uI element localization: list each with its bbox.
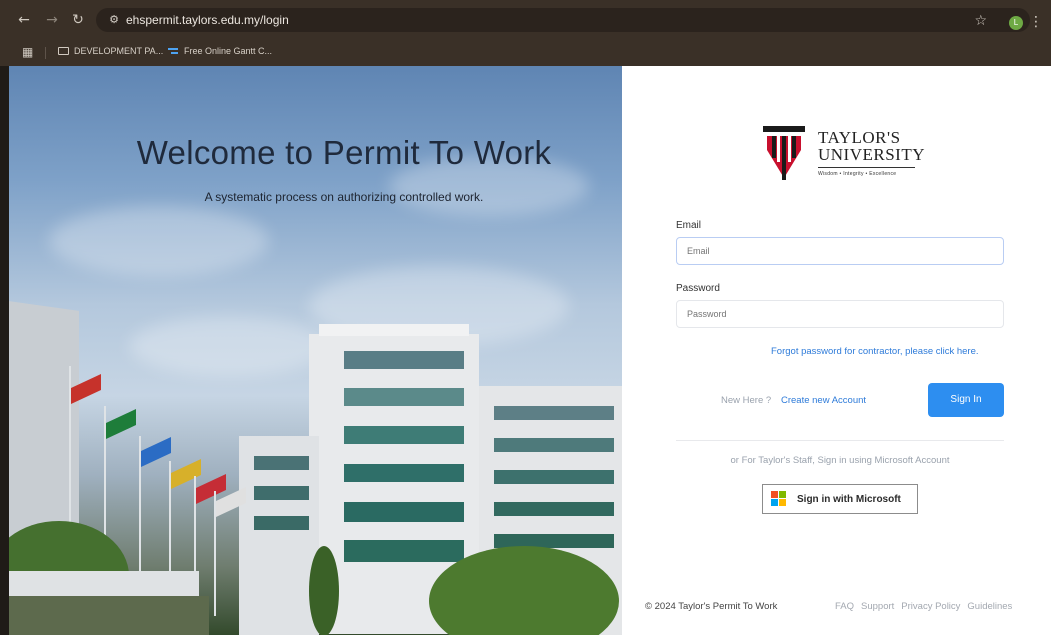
university-logo: TAYLOR'S UNIVERSITY Wisdom • Integrity •… [763,126,933,186]
bookmarks-bar: ▦ DEVELOPMENT PA... Free Online Gantt C.… [0,40,1051,66]
menu-kebab-icon[interactable]: ⋮ [1029,14,1043,30]
microsoft-logo-icon [771,491,787,507]
create-account-link[interactable]: Create new Account [781,395,866,406]
browser-toolbar: ← → ↻ ⚙ ehspermit.taylors.edu.my/login ☆… [0,4,1051,36]
password-field[interactable] [676,300,1004,328]
logo-text-line2: UNIVERSITY [818,145,925,164]
building-windows [254,456,309,470]
sign-in-button[interactable]: Sign In [928,383,1004,417]
tree [309,546,339,635]
footer-link-guidelines[interactable]: Guidelines [967,601,1012,612]
forgot-password-link[interactable]: Forgot password for contractor, please c… [771,346,979,357]
building-windows [344,351,464,369]
password-label: Password [676,283,720,294]
bookmark-label: DEVELOPMENT PA... [74,46,164,56]
building-windows [344,388,464,406]
apps-grid-icon[interactable]: ▦ [22,45,33,59]
email-label: Email [676,220,702,231]
building-windows [254,516,309,530]
flag [141,437,171,467]
building-windows [494,406,614,420]
footer-link-privacy[interactable]: Privacy Policy [901,601,960,612]
gantt-icon [168,47,179,55]
folder-icon [58,47,69,55]
hero-subtitle: A systematic process on authorizing cont… [204,190,484,204]
cloud [49,206,269,276]
forward-icon[interactable]: → [42,10,62,30]
microsoft-button-label: Sign in with Microsoft [797,493,901,505]
browser-chrome: ← → ↻ ⚙ ehspermit.taylors.edu.my/login ☆… [0,0,1051,66]
footer-link-faq[interactable]: FAQ [835,601,854,612]
bookmark-star-icon[interactable]: ☆ [974,13,987,29]
ground [9,596,209,635]
hero-title: Welcome to Permit To Work [136,134,552,171]
reload-icon[interactable]: ↻ [68,10,88,30]
bookmark-gantt[interactable]: Free Online Gantt C... [168,46,272,56]
login-panel: TAYLOR'S UNIVERSITY Wisdom • Integrity •… [622,66,1051,635]
profile-avatar[interactable]: L [1009,16,1023,30]
url-text[interactable]: ehspermit.taylors.edu.my/login [126,12,289,28]
email-field[interactable] [676,237,1004,265]
back-icon[interactable]: ← [14,10,34,30]
building-windows [494,470,614,484]
logo-tagline: Wisdom • Integrity • Excellence [818,171,897,177]
logo-divider [818,167,915,168]
bookmark-development[interactable]: DEVELOPMENT PA... [58,46,163,56]
building-windows [344,502,464,522]
building-windows [494,502,614,516]
new-here-text: New Here ? [721,395,772,406]
footer-link-support[interactable]: Support [861,601,894,612]
staff-note: or For Taylor's Staff, Sign in using Mic… [730,455,950,466]
building-roof [319,324,469,336]
building-windows [344,426,464,444]
copyright-text: © 2024 Taylor's Permit To Work [645,601,778,612]
footer-links: FAQ Support Privacy Policy Guidelines [835,601,1012,612]
crest-icon [763,126,805,180]
flag [171,459,201,489]
microsoft-sign-in-button[interactable]: Sign in with Microsoft [762,484,918,514]
flag [106,409,136,439]
section-divider [676,440,1004,441]
cloud [129,316,329,376]
bookmarks-divider [45,47,46,59]
bookmark-label: Free Online Gantt C... [184,46,273,56]
address-bar[interactable]: ⚙ ehspermit.taylors.edu.my/login [96,8,1030,32]
hero-image: Welcome to Permit To Work A systematic p… [9,66,622,635]
site-info-icon[interactable]: ⚙ [106,12,122,28]
building-windows [344,464,464,482]
building-windows [494,438,614,452]
building-windows [344,540,464,562]
building-windows [254,486,309,500]
